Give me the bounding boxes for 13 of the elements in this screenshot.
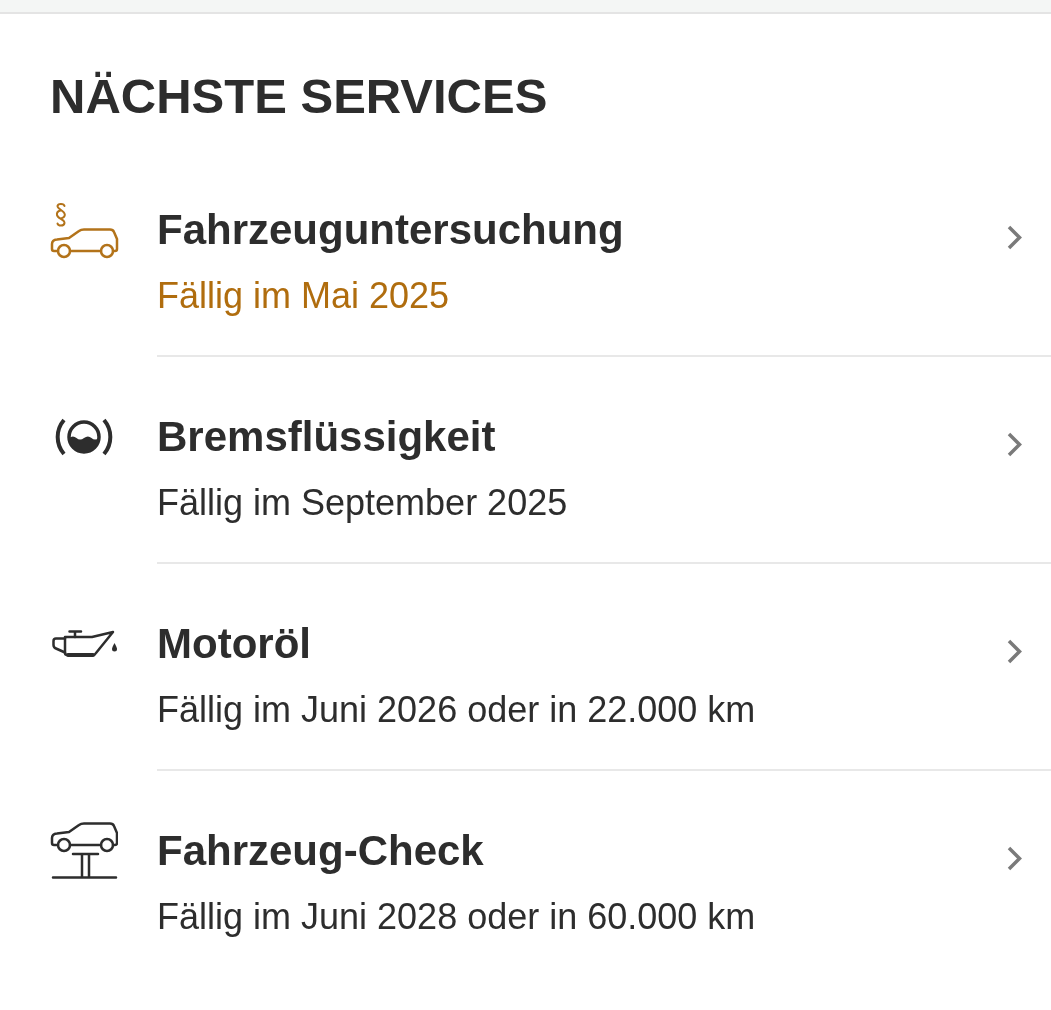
due-date-text: Fällig im Mai 2025 (157, 275, 450, 317)
chevron-right-icon[interactable] (1007, 431, 1022, 457)
due-date-text: Fällig im Juni 2026 oder in 22.000 km (157, 689, 756, 731)
service-title: Fahrzeuguntersuchung (157, 206, 624, 254)
chevron-right-icon[interactable] (1007, 224, 1022, 250)
service-title: Bremsflüssigkeit (157, 413, 496, 461)
section-heading: NÄCHSTE SERVICES (50, 68, 548, 124)
service-title: Motoröl (157, 620, 311, 668)
chevron-right-icon[interactable] (1007, 638, 1022, 664)
due-date-text: Fällig im September 2025 (157, 482, 568, 524)
due-date-text: Fällig im Juni 2028 oder in 60.000 km (157, 896, 756, 938)
service-title: Fahrzeug-Check (157, 827, 484, 875)
chevron-right-icon[interactable] (1007, 845, 1022, 871)
